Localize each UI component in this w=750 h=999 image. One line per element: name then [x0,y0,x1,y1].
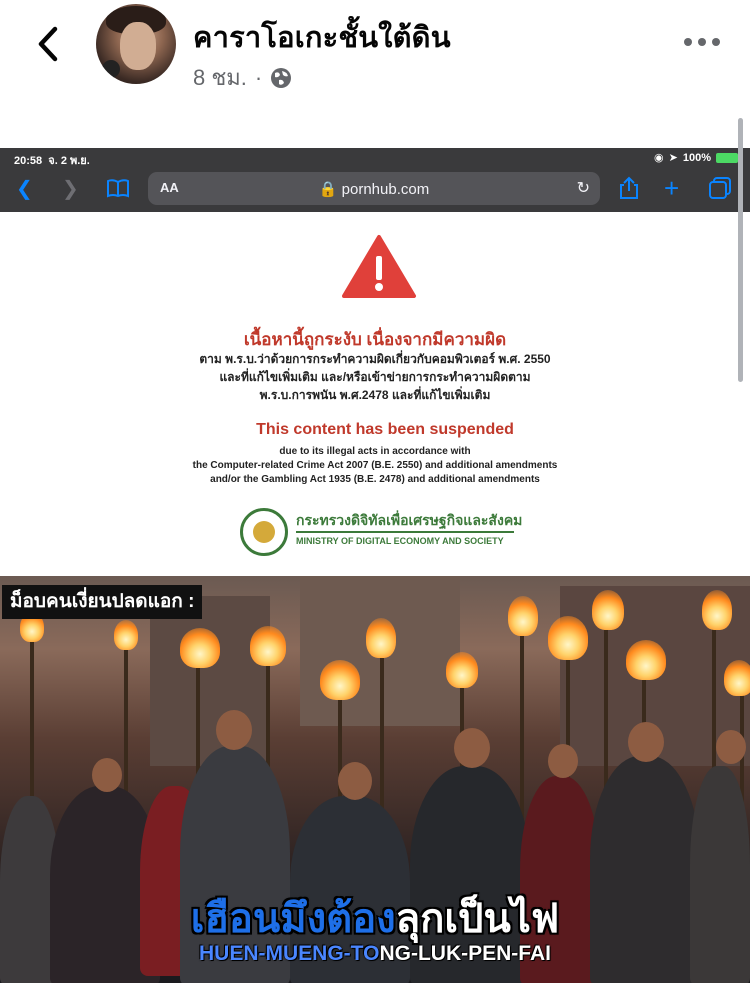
torch-flame [592,590,624,630]
bookmarks-icon [107,179,129,198]
warning-triangle-icon [342,235,416,298]
torch-flame [114,620,138,650]
post-time[interactable]: 8 ชม. [193,60,247,95]
avatar-face [120,22,156,70]
address-bar: AA 🔒 pornhub.com ↻ [148,172,600,205]
ministry-thai-name: กระทรวงดิจิทัลเพื่อเศรษฐกิจและสังคม [296,512,523,528]
meme-caption-english: HUEN-MUENG-TONG-LUK-PEN-FAI [0,942,750,966]
meme-label: ม็อบคนเงี่ยนปลดแอก : [2,585,203,619]
torch-flame [180,628,220,668]
post-image-meme[interactable]: ม็อบคนเงี่ยนปลดแอก : เฮือนมึงต้องลุกเป็น… [0,576,750,983]
torch-flame [724,660,750,696]
ios-status-bar: 20:58 จ. 2 พ.ย. ◉ ➤ 100% [0,148,750,167]
ministry-english-name: MINISTRY OF DIGITAL ECONOMY AND SOCIETY [296,536,504,546]
torch-flame [250,626,286,666]
share-icon [620,176,638,199]
status-icons: ◉ ➤ 100% [654,151,738,164]
ministry-seal-icon [240,508,288,556]
reload-icon: ↻ [576,180,590,197]
location-icon: ➤ [668,152,678,164]
microphone-icon [102,60,120,78]
post-image-screenshot[interactable]: 20:58 จ. 2 พ.ย. ◉ ➤ 100% ❮ ❯ AA 🔒 pornhu… [0,148,750,576]
torch-flame [508,596,538,636]
url-text: 🔒 pornhub.com [318,181,430,198]
caption-en-blue: HUEN-MUENG-TO [199,942,380,965]
thai-line: และที่แก้ไขเพิ่มเติม และ/หรือเข้าข่ายการ… [219,370,531,384]
crowd-head [216,710,252,750]
thai-heading: เนื้อหานี้ถูกระงับ เนื่องจากมีความผิด [243,330,507,349]
more-options-button[interactable] [684,32,720,52]
torch-flame [366,618,396,658]
crowd-head [548,744,578,778]
tabs-icon [709,177,731,199]
torch-flame [320,660,360,700]
torch-stick [124,646,128,806]
torch-flame [548,616,588,660]
english-line: and/or the Gambling Act 1935 (B.E. 2478)… [210,474,540,485]
avatar[interactable] [96,4,176,84]
english-line: the Computer-related Crime Act 2007 (B.E… [192,460,558,471]
safari-toolbar: ❮ ❯ AA 🔒 pornhub.com ↻ + [0,166,750,212]
crowd-head [92,758,122,792]
more-dot [698,38,706,46]
battery-percent: 100% [682,151,711,164]
more-dot [712,38,720,46]
thai-line: ตาม พ.ร.บ.ว่าด้วยการกระทำความผิดเกี่ยวกั… [199,352,551,366]
thai-line: พ.ร.บ.การพนัน พ.ศ.2478 และที่แก้ไขเพิ่มเ… [259,388,491,402]
new-tab-icon: + [664,173,680,203]
back-arrow-icon: ❮ [16,178,33,200]
forward-arrow-icon: ❯ [62,178,79,200]
torch-flame [626,640,666,680]
more-dot [684,38,692,46]
meta-separator: · [254,64,263,90]
crowd-head [338,762,372,800]
author-name[interactable]: คาราโอเกะชั้นใต้ดิน [193,14,451,60]
ministry-logo: กระทรวงดิจิทัลเพื่อเศรษฐกิจและสังคม MINI… [240,506,530,556]
torch-stick [520,626,524,826]
crowd-head [716,730,746,764]
english-heading: This content has been suspended [256,421,514,438]
chevron-left-icon [38,26,58,62]
caption-thai-blue: เฮือนมึงต้อง [190,897,396,941]
caption-thai-white: ลุกเป็นไฟ [395,897,560,941]
crowd-head [454,728,490,768]
crowd-head [628,722,664,762]
wifi-icon: ◉ [654,152,664,164]
caption-en-white: NG-LUK-PEN-FAI [379,942,551,965]
meme-caption-thai: เฮือนมึงต้องลุกเป็นไฟ [0,886,750,950]
torch-flame [446,652,478,688]
back-button[interactable] [28,22,68,66]
ministry-divider [296,531,514,533]
english-line: due to its illegal acts in accordance wi… [279,446,471,457]
battery-icon [716,152,738,163]
post-meta: 8 ชม. · [193,60,292,95]
post-header: คาราโอเกะชั้นใต้ดิน 8 ชม. · [0,0,750,110]
torch-flame [702,590,732,630]
globe-icon [271,67,292,88]
scrollbar[interactable] [738,118,743,382]
background-building [150,596,270,766]
